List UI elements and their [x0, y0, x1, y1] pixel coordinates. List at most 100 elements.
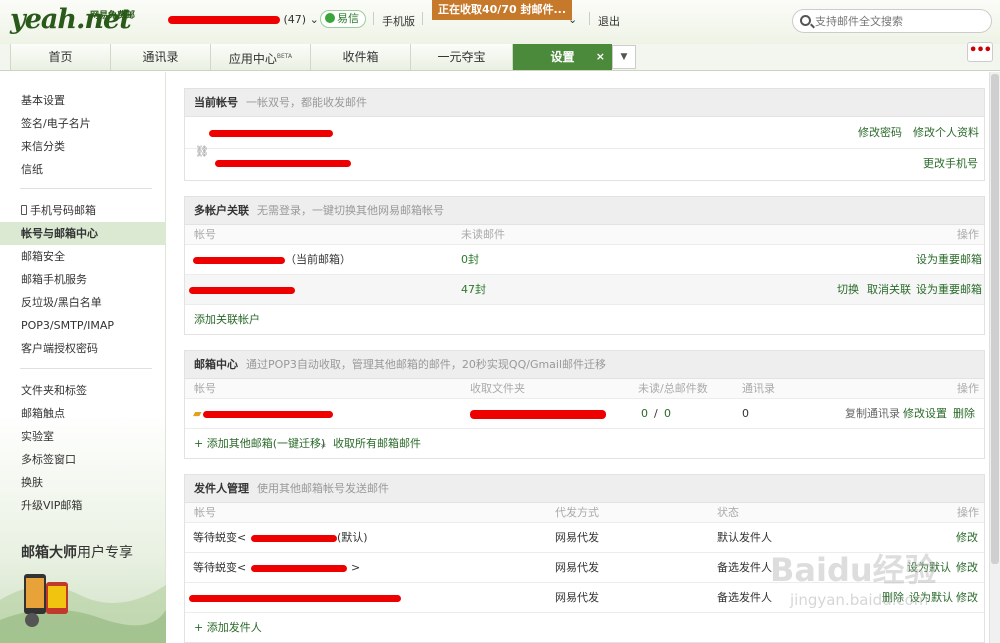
main-content: 当前帐号 一帐双号，都能收发邮件 修改密码 修改个人资料 ⛓ 更改手机号 多帐户关… [167, 72, 1000, 643]
set-important-link[interactable]: 设为重要邮箱 [916, 245, 982, 275]
page-scrollbar[interactable] [989, 72, 1000, 643]
sender-management-section: 发件人管理 使用其他邮箱帐号发送邮件 帐号 代发方式 状态 操作 等待蜕变< (默… [184, 474, 985, 643]
tab-inbox[interactable]: 收件箱 [310, 44, 410, 70]
yixin-button[interactable]: 易信 [320, 10, 366, 28]
add-linked-account-link[interactable]: 添加关联帐户 [194, 305, 260, 335]
add-row: 添加关联帐户 [185, 305, 984, 335]
edit-sender-link[interactable]: 修改 [956, 583, 978, 613]
change-phone-link[interactable]: 更改手机号 [923, 149, 978, 179]
section-header: 发件人管理 使用其他邮箱帐号发送邮件 [185, 475, 984, 503]
sidebar-item-pop3[interactable]: POP3/SMTP/IMAP [0, 314, 166, 337]
add-sender-link[interactable]: + 添加发件人 [194, 613, 262, 643]
promo-title[interactable]: 邮箱大师用户专享 [21, 542, 133, 562]
search-box[interactable] [792, 9, 992, 33]
table-row: （当前邮箱） 0封 设为重要邮箱 [185, 245, 984, 275]
divider [20, 188, 152, 189]
add-other-mailbox-link[interactable]: + 添加其他邮箱(一键迁移) [194, 429, 325, 459]
search-icon[interactable] [800, 15, 811, 26]
table-header: 帐号 代发方式 状态 操作 [185, 503, 984, 523]
tab-one-yuan[interactable]: 一元夺宝 [410, 44, 512, 70]
folder-icon: ▰ [193, 407, 202, 420]
logo-subtitle: 网易免费邮 [90, 11, 136, 21]
edit-profile-link[interactable]: 修改个人资料 [913, 117, 979, 149]
sidebar-item-signature[interactable]: 签名/电子名片 [0, 112, 166, 135]
edit-sender-link[interactable]: 修改 [956, 553, 978, 583]
delete-sender-link[interactable]: 删除 [882, 583, 904, 613]
sidebar-item-mobile-service[interactable]: 邮箱手机服务 [0, 268, 166, 291]
redacted-phone [215, 160, 351, 167]
table-row: 等待蜕变< (默认) 网易代发 默认发件人 修改 [185, 523, 984, 553]
link-icon: ⛓ [195, 145, 209, 158]
current-account-section: 当前帐号 一帐双号，都能收发邮件 修改密码 修改个人资料 ⛓ 更改手机号 [184, 88, 985, 181]
set-default-link[interactable]: 设为默认 [909, 583, 953, 613]
switch-link[interactable]: 切换 [837, 275, 859, 305]
close-icon[interactable]: × [596, 44, 605, 70]
sidebar-item-client-password[interactable]: 客户端授权密码 [0, 337, 166, 360]
redacted-email [209, 130, 333, 137]
sidebar-item-lab[interactable]: 实验室 [0, 425, 166, 448]
sidebar-item-mail-filter[interactable]: 来信分类 [0, 135, 166, 158]
redacted-folder [470, 410, 606, 419]
tab-contacts[interactable]: 通讯录 [110, 44, 210, 70]
table-header: 帐号 未读邮件 操作 [185, 225, 984, 245]
top-bar: yeah.net 网易免费邮 (47) ⌄ 易信 手机版 正在收取40/70 封… [0, 0, 1000, 44]
sidebar-item-account-center[interactable]: 帐号与邮箱中心 [0, 222, 166, 245]
copy-contacts-link[interactable]: 复制通讯录 [845, 399, 900, 429]
section-header: 邮箱中心 通过POP3自动收取，管理其他邮箱的邮件，20秒实现QQ/Gmail邮件… [185, 351, 984, 379]
table-row: ▰ 0 / 0 0 复制通讯录 修改设置 删除 [185, 399, 984, 429]
redacted-email [189, 287, 295, 294]
mobile-version-link[interactable]: 手机版 [382, 13, 415, 29]
add-row: + 添加发件人 [185, 613, 984, 643]
mail-center-section: 邮箱中心 通过POP3自动收取，管理其他邮箱的邮件，20秒实现QQ/Gmail邮件… [184, 350, 985, 459]
table-row: 等待蜕变< > 网易代发 备选发件人 设为默认 修改 [185, 553, 984, 583]
multi-account-section: 多帐户关联 无需登录，一键切换其他网易邮箱帐号 帐号 未读邮件 操作 （当前邮箱）… [184, 196, 985, 335]
tab-dropdown-button[interactable]: ▼ [612, 45, 636, 69]
table-header: 帐号 收取文件夹 未读/总邮件数 通讯录 操作 [185, 379, 984, 399]
fetch-progress-banner: 正在收取40/70 封邮件... [432, 0, 572, 20]
sidebar-item-folders[interactable]: 文件夹和标签 [0, 379, 166, 402]
add-row: + 添加其他邮箱(一键迁移) ⤓ 收取所有邮箱邮件 [185, 429, 984, 459]
redacted-email [251, 535, 337, 542]
set-important-link[interactable]: 设为重要邮箱 [916, 275, 982, 305]
beta-badge: BETA [276, 53, 293, 60]
tab-home[interactable]: 首页 [10, 44, 110, 70]
phone-icon [21, 205, 27, 215]
divider [373, 12, 374, 25]
yixin-icon [325, 13, 335, 23]
chevron-down-icon[interactable]: ⌄ [568, 13, 577, 26]
chevron-down-icon: ▼ [620, 52, 628, 62]
phone-row: ⛓ 更改手机号 [185, 145, 984, 179]
more-menu-button[interactable]: ••• [967, 42, 993, 62]
account-menu[interactable]: (47) ⌄ [168, 13, 319, 26]
sidebar-item-antispam[interactable]: 反垃圾/黑白名单 [0, 291, 166, 314]
sidebar-item-basic-settings[interactable]: 基本设置 [0, 89, 166, 112]
search-input[interactable] [815, 13, 985, 29]
set-default-link[interactable]: 设为默认 [907, 553, 951, 583]
fetch-all-link[interactable]: 收取所有邮箱邮件 [333, 429, 421, 459]
unlink-link[interactable]: 取消关联 [867, 275, 911, 305]
sidebar-item-security[interactable]: 邮箱安全 [0, 245, 166, 268]
edit-settings-link[interactable]: 修改设置 [903, 399, 947, 429]
sidebar-item-multi-tab[interactable]: 多标签窗口 [0, 448, 166, 471]
change-password-link[interactable]: 修改密码 [858, 117, 902, 149]
sidebar-item-stationery[interactable]: 信纸 [0, 158, 166, 181]
tab-app-center[interactable]: 应用中心BETA [210, 44, 310, 70]
redacted-account-name [168, 16, 280, 24]
sidebar-item-skin[interactable]: 换肤 [0, 471, 166, 494]
sidebar-item-vip[interactable]: 升级VIP邮箱 [0, 494, 166, 517]
delete-link[interactable]: 删除 [953, 399, 975, 429]
section-header: 多帐户关联 无需登录，一键切换其他网易邮箱帐号 [185, 197, 984, 225]
redacted-email [251, 565, 347, 572]
sidebar-item-phone-mailbox[interactable]: 手机号码邮箱 [0, 199, 166, 222]
chevron-down-icon: ⌄ [309, 13, 319, 26]
edit-sender-link[interactable]: 修改 [956, 523, 978, 553]
table-row: 网易代发 备选发件人 删除 设为默认 修改 [185, 583, 984, 613]
tab-settings[interactable]: 设置 × [512, 44, 612, 70]
download-icon: ⤓ [321, 437, 326, 450]
logout-link[interactable]: 退出 [598, 13, 620, 29]
scrollbar-thumb[interactable] [991, 74, 999, 564]
sidebar-item-touchpoint[interactable]: 邮箱触点 [0, 402, 166, 425]
divider [20, 368, 152, 369]
account-unread-count: (47) [283, 13, 307, 26]
mail-master-app-icon[interactable] [20, 568, 75, 628]
